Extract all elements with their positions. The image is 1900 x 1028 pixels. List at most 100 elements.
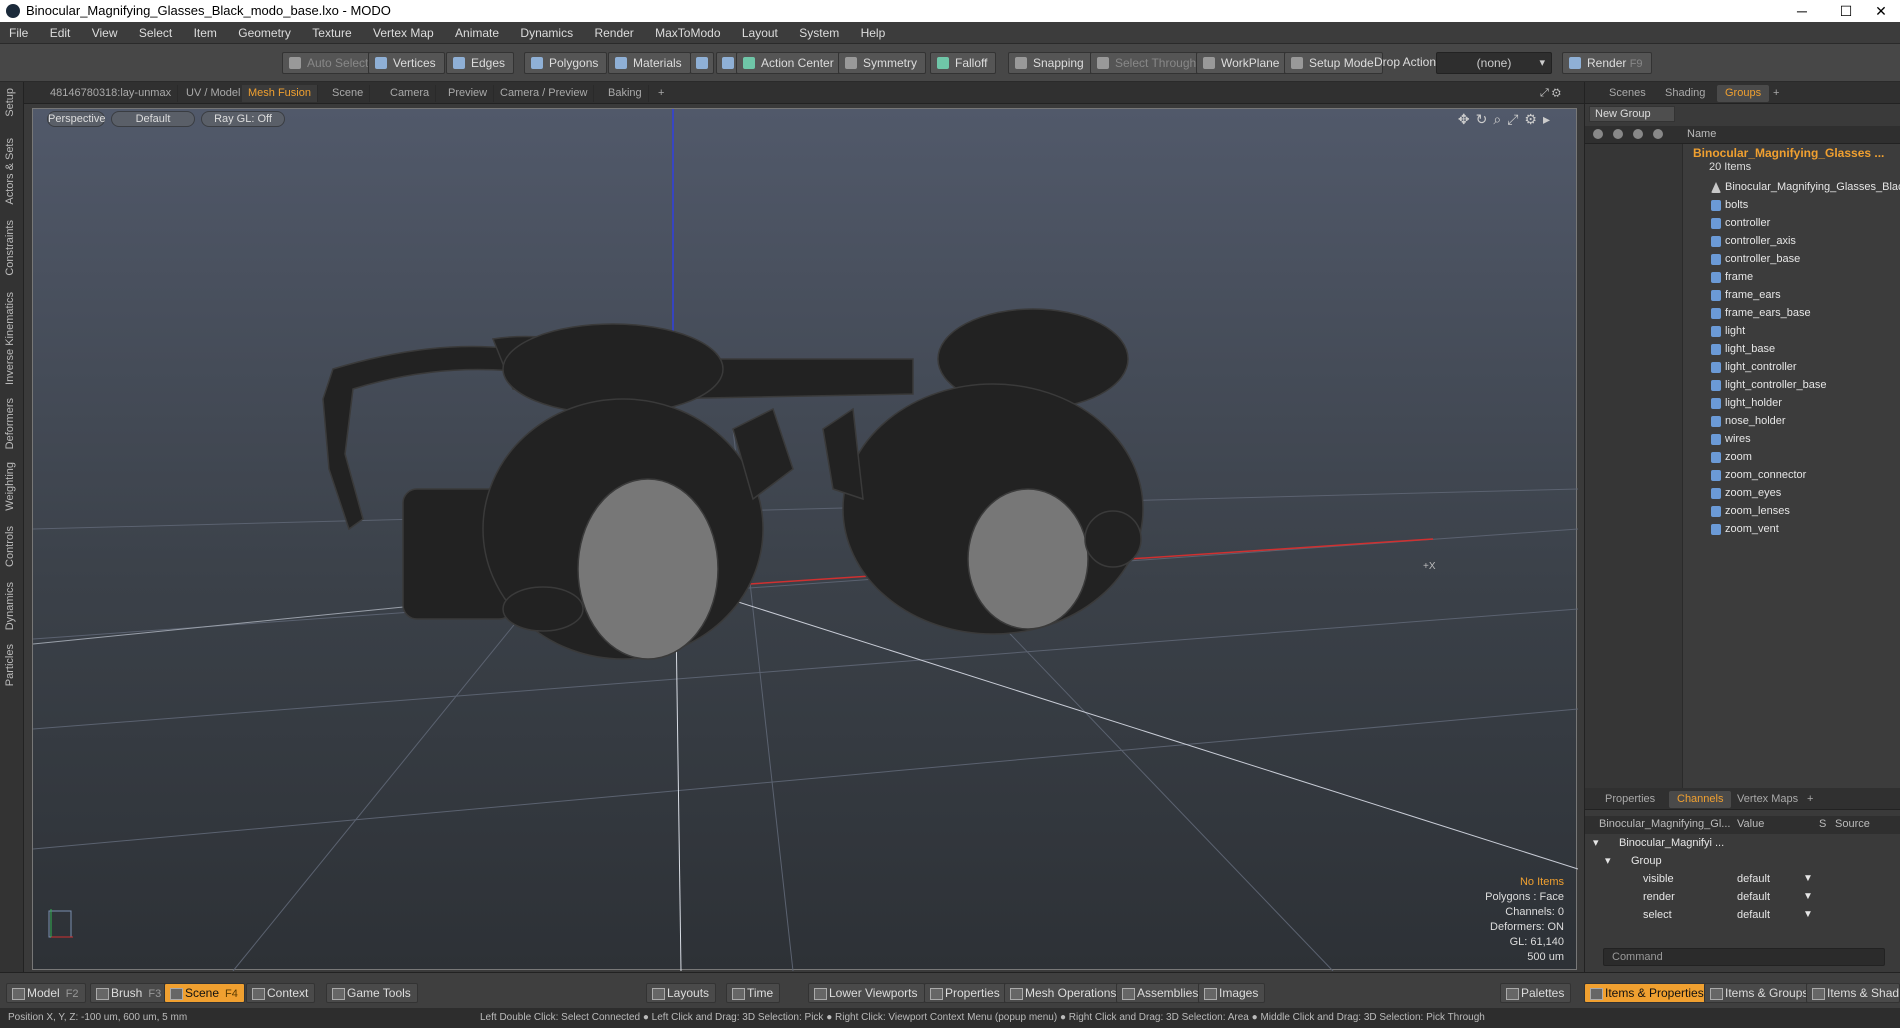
snapping-button[interactable]: Snapping: [1008, 52, 1093, 74]
tab-vertex-maps[interactable]: Vertex Maps: [1729, 791, 1806, 808]
tab-shading[interactable]: Shading: [1657, 85, 1713, 102]
list-item[interactable]: light_base: [1709, 340, 1775, 358]
mesh-operations-button[interactable]: Mesh Operations: [1004, 983, 1124, 1003]
layouts-button[interactable]: Layouts: [646, 983, 717, 1003]
tab-layout-unmax[interactable]: 48146780318:lay-unmax: [44, 85, 179, 102]
tab-weighting[interactable]: Weighting: [4, 462, 16, 511]
tab-mesh-fusion[interactable]: Mesh Fusion: [242, 85, 318, 102]
add-lower-tab-button[interactable]: +: [1799, 791, 1821, 808]
binocular-model[interactable]: [322, 308, 1144, 660]
tab-inverse-kinematics[interactable]: Inverse Kinematics: [4, 292, 16, 385]
tab-properties[interactable]: Properties: [1597, 791, 1663, 808]
menu-layout[interactable]: Layout: [733, 22, 787, 44]
menu-edit[interactable]: Edit: [41, 22, 80, 44]
brush-layout-button[interactable]: Brush F3: [90, 983, 169, 1003]
minimize-button[interactable]: ─: [1780, 0, 1824, 22]
channel-select-value[interactable]: default: [1737, 906, 1770, 924]
list-item[interactable]: zoom_eyes: [1709, 484, 1781, 502]
tab-uv-model[interactable]: UV / Model: [180, 85, 248, 102]
polygons-button[interactable]: Polygons: [524, 52, 608, 74]
menu-maxtomodo[interactable]: MaxToModo: [646, 22, 729, 44]
context-layout-button[interactable]: Context: [246, 983, 316, 1003]
tab-controls[interactable]: Controls: [4, 526, 16, 567]
viewport-expand-icon[interactable]: ⤢ ⚙: [1534, 85, 1567, 102]
channel-row[interactable]: visible default ▼: [1585, 870, 1900, 888]
list-item[interactable]: light_holder: [1709, 394, 1782, 412]
list-item[interactable]: Binocular_Magnifying_Glasses_Black: [1709, 178, 1900, 196]
menu-render[interactable]: Render: [585, 22, 642, 44]
list-item[interactable]: controller_axis: [1709, 232, 1796, 250]
images-button[interactable]: Images: [1198, 983, 1266, 1003]
command-input[interactable]: Command: [1603, 948, 1885, 966]
list-item[interactable]: controller_base: [1709, 250, 1800, 268]
new-group-button[interactable]: New Group: [1589, 106, 1675, 122]
workplane-button[interactable]: WorkPlane: [1196, 52, 1289, 74]
menu-dynamics[interactable]: Dynamics: [511, 22, 582, 44]
list-item[interactable]: wires: [1709, 430, 1751, 448]
time-button[interactable]: Time: [726, 983, 781, 1003]
menu-file[interactable]: File: [0, 22, 37, 44]
properties-button[interactable]: Properties: [924, 983, 1007, 1003]
game-tools-layout-button[interactable]: Game Tools: [326, 983, 418, 1003]
auto-select-button[interactable]: Auto Select: [282, 52, 378, 74]
items-groups-button[interactable]: Items & Groups: [1704, 983, 1816, 1003]
list-item[interactable]: zoom_vent: [1709, 520, 1779, 538]
menu-select[interactable]: Select: [130, 22, 181, 44]
tab-preview[interactable]: Preview: [442, 85, 495, 102]
menu-vertex-map[interactable]: Vertex Map: [364, 22, 443, 44]
list-item[interactable]: light: [1709, 322, 1745, 340]
dropdown-arrow-icon[interactable]: ▼: [1803, 870, 1813, 888]
tab-scenes[interactable]: Scenes: [1601, 85, 1654, 102]
list-item[interactable]: frame: [1709, 268, 1753, 286]
list-item[interactable]: controller: [1709, 214, 1770, 232]
dropdown-arrow-icon[interactable]: ▼: [1803, 888, 1813, 906]
tab-baking[interactable]: Baking: [602, 85, 649, 102]
list-item[interactable]: nose_holder: [1709, 412, 1786, 430]
add-tab-button[interactable]: +: [652, 85, 670, 102]
setup-mode-button[interactable]: Setup Mode: [1284, 52, 1383, 74]
close-button[interactable]: ✕: [1862, 0, 1900, 22]
select-through-button[interactable]: Select Through: [1090, 52, 1206, 74]
raygl-button[interactable]: Ray GL: Off: [201, 111, 285, 127]
collapse-icon[interactable]: ▾: [1593, 834, 1599, 852]
list-item[interactable]: zoom_lenses: [1709, 502, 1790, 520]
select-mode-a-button[interactable]: [690, 52, 714, 74]
view-perspective-button[interactable]: Perspective: [47, 111, 105, 127]
symmetry-button[interactable]: Symmetry: [838, 52, 926, 74]
channel-row[interactable]: render default ▼: [1585, 888, 1900, 906]
menu-texture[interactable]: Texture: [303, 22, 360, 44]
channel-visible-value[interactable]: default: [1737, 870, 1770, 888]
list-item[interactable]: zoom_connector: [1709, 466, 1806, 484]
channel-root-row[interactable]: ▾ Binocular_Magnifyi ...: [1585, 834, 1900, 852]
collapse-group-icon[interactable]: ▾: [1605, 852, 1611, 870]
items-shading-button[interactable]: Items & Shadin: [1806, 983, 1900, 1003]
tab-setup[interactable]: Setup: [4, 88, 16, 117]
tab-channels[interactable]: Channels: [1669, 791, 1732, 808]
list-item[interactable]: frame_ears_base: [1709, 304, 1811, 322]
add-panel-tab-button[interactable]: +: [1765, 85, 1787, 102]
tab-camera-preview[interactable]: Camera / Preview: [494, 85, 595, 102]
falloff-button[interactable]: Falloff: [930, 52, 997, 74]
scene-layout-button[interactable]: Scene F4: [164, 983, 245, 1003]
list-item[interactable]: light_controller_base: [1709, 376, 1827, 394]
menu-help[interactable]: Help: [852, 22, 895, 44]
items-properties-button[interactable]: Items & Properties: [1584, 983, 1711, 1003]
vertices-button[interactable]: Vertices: [368, 52, 445, 74]
list-item[interactable]: light_controller: [1709, 358, 1797, 376]
tab-dynamics[interactable]: Dynamics: [4, 582, 16, 630]
menu-view[interactable]: View: [83, 22, 127, 44]
shading-default-button[interactable]: Default: [111, 111, 195, 127]
list-item[interactable]: zoom: [1709, 448, 1752, 466]
render-button[interactable]: Render F9: [1562, 52, 1652, 74]
tab-constraints[interactable]: Constraints: [4, 220, 16, 276]
tab-scene[interactable]: Scene: [326, 85, 371, 102]
channel-group-row[interactable]: ▾ Group: [1585, 852, 1900, 870]
assemblies-button[interactable]: Assemblies: [1116, 983, 1206, 1003]
menu-item[interactable]: Item: [185, 22, 226, 44]
menu-system[interactable]: System: [790, 22, 848, 44]
drop-action-select[interactable]: (none): [1436, 52, 1552, 74]
dropdown-arrow-icon[interactable]: ▼: [1803, 906, 1813, 924]
edges-button[interactable]: Edges: [446, 52, 515, 74]
channel-row[interactable]: select default ▼: [1585, 906, 1900, 924]
model-layout-button[interactable]: Model F2: [6, 983, 86, 1003]
